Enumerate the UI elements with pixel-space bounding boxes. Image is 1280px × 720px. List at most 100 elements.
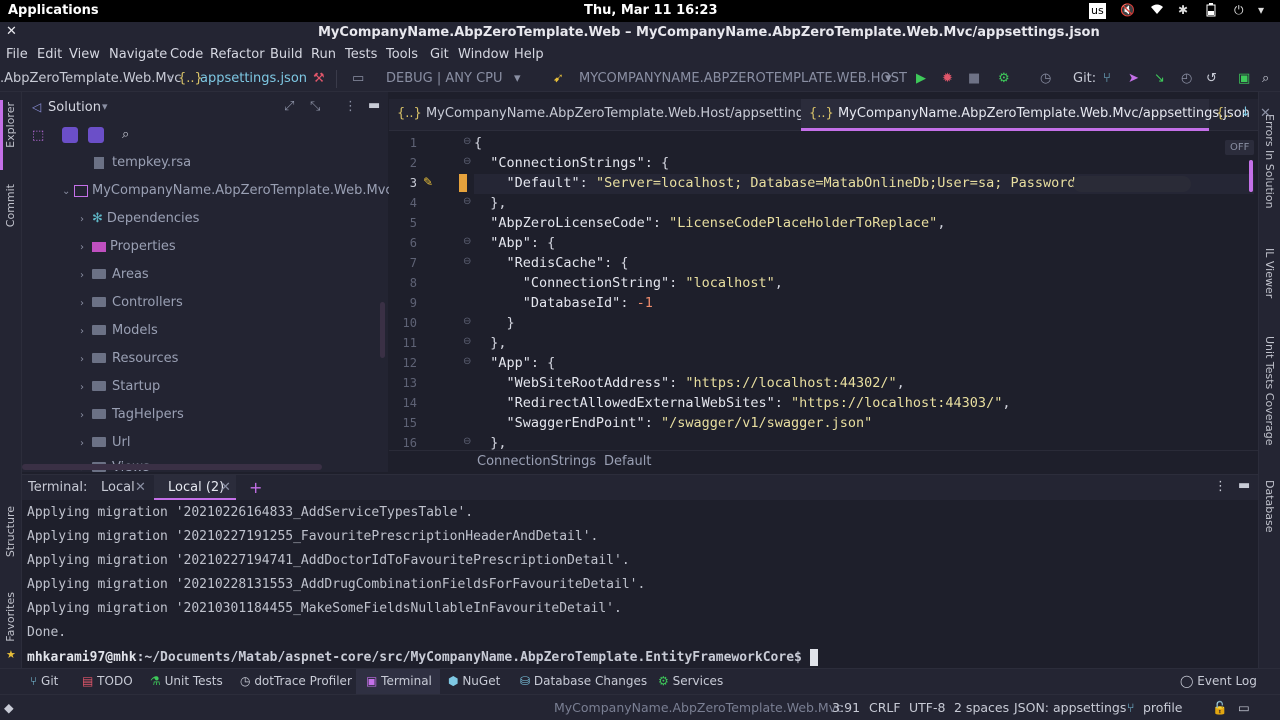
editor-scrollbar[interactable] [1249, 160, 1253, 192]
chevron-down-icon[interactable]: ⌄ [62, 186, 74, 197]
tool-window-structure[interactable]: Structure [4, 506, 17, 557]
menu-git[interactable]: Git [430, 47, 449, 62]
fold-icon[interactable]: ⊖ [463, 156, 471, 167]
terminal-tab-local-2[interactable]: Local (2) ✕ [154, 475, 236, 501]
tool-window-errors-in-solution[interactable]: Errors In Solution [1263, 114, 1276, 209]
quick-fix-icon[interactable]: ✎ [423, 175, 433, 189]
fold-icon[interactable]: ⊖ [463, 336, 471, 347]
tree-item-url[interactable]: › Url [80, 435, 130, 455]
menu-file[interactable]: File [6, 47, 28, 62]
menu-code[interactable]: Code [170, 47, 203, 62]
terminal-hide-icon[interactable]: ▬ [1238, 478, 1250, 493]
tree-item-startup[interactable]: › Startup [80, 379, 160, 399]
git-rollback-icon[interactable]: ↺ [1206, 71, 1217, 86]
tree-item-dependencies[interactable]: › ✻ Dependencies [80, 211, 199, 231]
tree-item-taghelpers[interactable]: › TagHelpers [80, 407, 184, 427]
fold-icon[interactable]: ⊖ [463, 316, 471, 327]
breadcrumb-file[interactable]: appsettings.json [200, 71, 307, 86]
fold-icon[interactable]: ⊖ [463, 436, 471, 447]
fold-icon[interactable]: ⊖ [463, 256, 471, 267]
status-indent[interactable]: 2 spaces [954, 700, 1009, 715]
explorer-options-icon[interactable]: ⋮ [344, 99, 357, 114]
tabs-dropdown-icon[interactable]: ↓ [1240, 105, 1251, 120]
git-commit-icon[interactable]: ↘ [1154, 71, 1165, 86]
menu-tests[interactable]: Tests [345, 47, 377, 62]
tree-item-properties[interactable]: › Properties [80, 239, 176, 259]
autoscroll-icon[interactable] [88, 127, 104, 143]
menu-refactor[interactable]: Refactor [210, 47, 265, 62]
breadcrumb-item[interactable]: Default [604, 454, 652, 469]
terminal-options-icon[interactable]: ⋮ [1214, 479, 1227, 494]
chevron-right-icon[interactable]: › [80, 298, 92, 309]
applications-menu[interactable]: Applications [8, 3, 99, 18]
terminal-tab-local[interactable]: Local [101, 480, 135, 495]
chevron-right-icon[interactable]: › [80, 410, 92, 421]
lock-icon[interactable]: 🔓 [1212, 700, 1228, 716]
layout-toggle-icon[interactable]: ◆ [4, 700, 14, 715]
terminal-output[interactable]: Applying migration '20210226164833_AddSe… [22, 500, 1258, 668]
chevron-right-icon[interactable]: › [80, 242, 92, 253]
system-clock[interactable]: Thu, Mar 11 16:23 [584, 3, 718, 18]
tool-window-database[interactable]: Database [1263, 480, 1276, 533]
tool-tab-services[interactable]: ⚙ Services [658, 674, 723, 688]
tree-item-resources[interactable]: › Resources [80, 351, 178, 371]
tree-item-project[interactable]: ⌄ MyCompanyName.AbpZeroTemplate.Web.Mvc [62, 183, 393, 203]
tool-window-il-viewer[interactable]: IL Viewer [1263, 248, 1276, 298]
code-editor[interactable]: 1 2 3 4 5 6 7 8 9 10 11 12 13 14 15 16 ✎… [389, 132, 1258, 450]
inspection-off-badge[interactable]: OFF [1225, 140, 1255, 155]
tool-tab-git[interactable]: ⑂ Git [30, 674, 58, 688]
tree-item-areas[interactable]: › Areas [80, 267, 149, 287]
tool-tab-nuget[interactable]: ⬢ NuGet [448, 674, 500, 688]
status-caret-position[interactable]: 3:91 [832, 700, 860, 715]
config-dropdown-icon[interactable]: ▾ [514, 71, 521, 86]
git-push-icon[interactable]: ➤ [1128, 71, 1139, 86]
explorer-title[interactable]: Solution [48, 100, 101, 115]
fold-icon[interactable]: ⊖ [463, 196, 471, 207]
wifi-icon[interactable] [1150, 3, 1164, 18]
tool-window-explorer[interactable]: Explorer [4, 102, 17, 148]
status-encoding[interactable]: UTF-8 [909, 700, 945, 715]
breadcrumb-item[interactable]: ConnectionStrings [477, 454, 596, 469]
tree-item-controllers[interactable]: › Controllers [80, 295, 183, 315]
status-git-branch[interactable]: profile [1143, 700, 1182, 715]
tool-window-commit[interactable]: Commit [4, 184, 17, 227]
tool-tab-todo[interactable]: ▤ TODO [82, 674, 133, 688]
tab-close-icon[interactable]: ✕ [220, 480, 231, 495]
git-history-icon[interactable]: ◴ [1181, 71, 1192, 86]
menu-tools[interactable]: Tools [386, 47, 418, 62]
power-icon[interactable]: ⏻ [1234, 3, 1244, 18]
menu-edit[interactable]: Edit [37, 47, 62, 62]
select-opened-file-icon[interactable]: ⬚ [32, 128, 44, 143]
show-all-files-icon[interactable] [62, 127, 78, 143]
explorer-search-icon[interactable]: ⌕ [122, 127, 129, 142]
chevron-right-icon[interactable]: › [80, 214, 92, 225]
chevron-right-icon[interactable]: › [80, 354, 92, 365]
event-log-button[interactable]: ◯ Event Log [1180, 674, 1257, 688]
search-everywhere-icon[interactable]: ⌕ [1262, 71, 1269, 86]
system-menu-chevron-icon[interactable]: ▾ [1258, 3, 1264, 17]
terminal-prompt[interactable]: mhkarami97@mhk:~/Documents/Matab/aspnet-… [27, 649, 818, 666]
menu-run[interactable]: Run [311, 47, 336, 62]
volume-icon[interactable]: 🔇 [1120, 3, 1135, 17]
stop-icon[interactable]: ■ [968, 71, 980, 86]
profiler-icon[interactable]: ◷ [1040, 71, 1051, 86]
explorer-horizontal-scrollbar[interactable] [22, 464, 322, 470]
menu-view[interactable]: View [69, 47, 100, 62]
collapse-all-icon[interactable]: ⤡ [310, 99, 320, 114]
editor-tab-host-appsettings[interactable]: {..} MyCompanyName.AbpZeroTemplate.Web.H… [389, 99, 862, 131]
terminal-toolbar-icon[interactable]: ▣ [1238, 71, 1250, 86]
status-schema[interactable]: JSON: appsettings [1014, 700, 1126, 715]
editor-tab-mvc-appsettings[interactable]: {..} MyCompanyName.AbpZeroTemplate.Web.M… [801, 99, 1271, 131]
bluetooth-icon[interactable]: ✱ [1178, 3, 1188, 17]
tool-tab-unit-tests[interactable]: ⚗ Unit Tests [150, 674, 223, 688]
menu-window[interactable]: Window [458, 47, 509, 62]
keyboard-layout-indicator[interactable]: us [1089, 3, 1106, 19]
build-hammer-icon[interactable]: ⚒ [313, 71, 325, 86]
battery-icon[interactable] [1206, 3, 1216, 20]
menu-build[interactable]: Build [270, 47, 303, 62]
tab-close-icon[interactable]: ✕ [135, 480, 146, 495]
tool-window-favorites[interactable]: Favorites [4, 592, 17, 642]
fold-icon[interactable]: ⊖ [463, 136, 471, 147]
breadcrumb-project[interactable]: .AbpZeroTemplate.Web.Mvc [0, 71, 181, 86]
chevron-right-icon[interactable]: › [80, 382, 92, 393]
